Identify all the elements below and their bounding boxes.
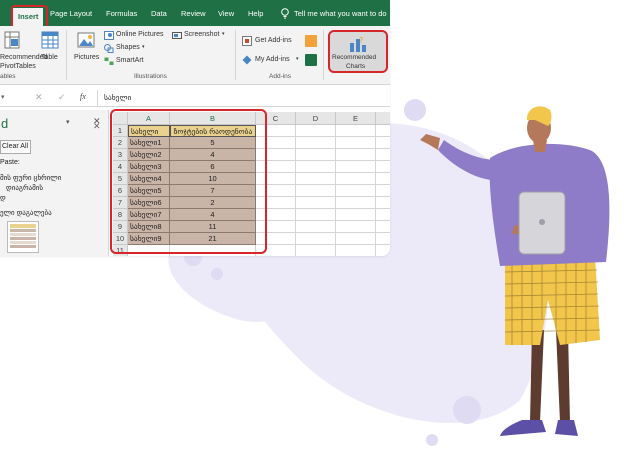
table-cell[interactable] [376, 221, 390, 233]
group-label-tables: ables [0, 73, 16, 80]
decor-circle [426, 434, 438, 446]
tab-page-layout[interactable]: Page Layout [50, 9, 92, 18]
my-addins-icon [242, 55, 252, 65]
pane-options-icon[interactable]: ▾ [66, 118, 70, 126]
chevron-down-icon: ▾ [222, 31, 225, 37]
tab-data[interactable]: Data [151, 9, 167, 18]
decor-circle [404, 99, 426, 121]
table-cell[interactable] [376, 245, 390, 256]
recommended-charts-icon: ? [350, 36, 366, 52]
table-cell[interactable] [296, 197, 336, 209]
collapse-pane-icon[interactable]: ✕ [93, 121, 101, 132]
clear-all-button[interactable]: Clear All [0, 140, 31, 154]
clipboard-item[interactable]: დიაგრამის [6, 184, 43, 192]
table-cell[interactable] [296, 137, 336, 149]
table-cell[interactable] [376, 197, 390, 209]
table-cell[interactable] [296, 161, 336, 173]
ribbon-separator [323, 30, 324, 80]
pane-title: d [1, 116, 9, 131]
column-header[interactable]: D [296, 112, 336, 125]
lightbulb-icon [281, 8, 289, 19]
get-addins-icon [242, 36, 252, 46]
table-cell[interactable] [336, 197, 376, 209]
chevron-down-icon: ▾ [296, 56, 299, 62]
paste-label: Paste: [0, 159, 20, 166]
clipboard-thumbnail[interactable] [7, 221, 39, 253]
chevron-down-icon: ▾ [142, 44, 145, 50]
table-cell[interactable] [296, 221, 336, 233]
bing-icon [305, 35, 317, 47]
table-cell[interactable] [336, 173, 376, 185]
smartart-icon [104, 57, 114, 65]
table-cell[interactable] [336, 149, 376, 161]
clipboard-item[interactable]: დ [0, 194, 6, 202]
table-cell[interactable] [296, 173, 336, 185]
tab-formulas[interactable]: Formulas [106, 9, 137, 18]
tab-view[interactable]: View [218, 9, 234, 18]
pictures-icon [77, 32, 95, 48]
shoe [500, 420, 546, 436]
table-cell[interactable] [376, 233, 390, 245]
column-header[interactable] [376, 112, 390, 125]
column-header[interactable]: E [336, 112, 376, 125]
formula-bar: ▾ ✕ ✓ fx სახელი [0, 90, 390, 107]
table-cell[interactable] [376, 149, 390, 161]
table-cell[interactable] [296, 209, 336, 221]
online-pictures-icon [104, 31, 114, 40]
cancel-icon[interactable]: ✕ [35, 92, 43, 103]
screenshot-icon [172, 32, 182, 39]
table-cell[interactable] [336, 185, 376, 197]
chevron-down-icon[interactable]: ▾ [1, 93, 5, 101]
tab-review[interactable]: Review [181, 9, 206, 18]
table-cell[interactable] [336, 221, 376, 233]
decor-circle [211, 268, 223, 280]
table-cell[interactable] [296, 245, 336, 256]
decor-circle [453, 396, 481, 424]
table-cell[interactable] [336, 233, 376, 245]
clipboard-item[interactable]: მის ფური ცხრილი [0, 174, 61, 182]
table-cell[interactable] [376, 137, 390, 149]
table-cell[interactable] [376, 173, 390, 185]
menu-bar: Insert Page Layout Formulas Data Review … [0, 0, 390, 26]
table-cell[interactable] [296, 125, 336, 137]
tab-help[interactable]: Help [248, 9, 263, 18]
people-graph-icon [305, 54, 317, 66]
table-cell[interactable] [336, 137, 376, 149]
data-range-highlight [110, 109, 267, 254]
table-cell[interactable] [376, 125, 390, 137]
table-cell[interactable] [296, 233, 336, 245]
table-cell[interactable] [376, 161, 390, 173]
table-cell[interactable] [336, 125, 376, 137]
recommended-charts-button[interactable]: ? Recommended Charts [328, 30, 388, 73]
insert-function-icon[interactable]: fx [80, 92, 86, 101]
enter-icon[interactable]: ✓ [58, 92, 66, 103]
shapes-icon [104, 44, 114, 53]
table-cell[interactable] [296, 149, 336, 161]
svg-text:?: ? [359, 36, 363, 45]
table-cell[interactable] [376, 209, 390, 221]
group-label-illustrations: Illustrations [134, 73, 167, 80]
shoe [555, 420, 578, 436]
table-cell[interactable] [336, 245, 376, 256]
table-cell[interactable] [376, 185, 390, 197]
clipboard-item[interactable]: ელი დაგალება [0, 209, 52, 217]
table-cell[interactable] [336, 161, 376, 173]
ribbon-separator [235, 30, 236, 80]
group-label-addins: Add-ins [269, 73, 292, 80]
table-icon [41, 31, 59, 49]
ribbon-separator [66, 30, 67, 80]
pivottable-icon [4, 31, 20, 49]
formula-input[interactable]: სახელი [97, 90, 390, 106]
excel-window: Insert Page Layout Formulas Data Review … [0, 0, 390, 256]
table-cell[interactable] [296, 185, 336, 197]
tell-me-search[interactable]: Tell me what you want to do [294, 9, 387, 18]
table-cell[interactable] [336, 209, 376, 221]
